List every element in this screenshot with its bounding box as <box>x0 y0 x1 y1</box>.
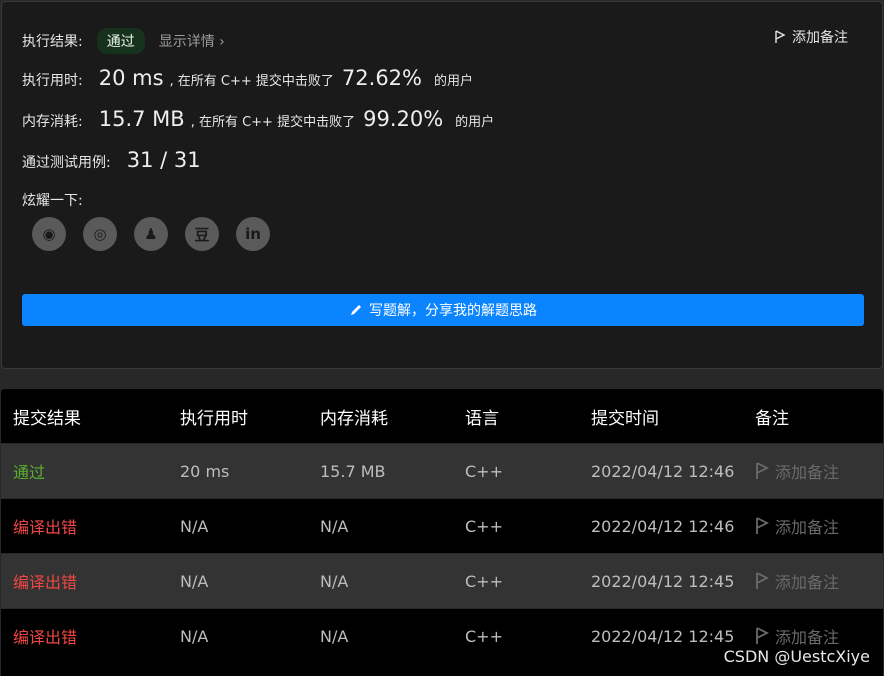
flag-icon <box>756 572 769 589</box>
table-header: 提交结果 执行用时 内存消耗 语言 提交时间 备注 <box>1 389 883 443</box>
share-label: 炫耀一下: <box>22 193 83 209</box>
qq-icon[interactable]: ♟ <box>134 217 168 251</box>
submission-time: 2022/04/12 12:45 <box>591 626 735 646</box>
add-note-label: 添加备注 <box>775 463 840 482</box>
pencil-icon <box>351 305 361 315</box>
memory-value: 15.7 MB <box>98 107 185 131</box>
header-language: 语言 <box>465 408 499 429</box>
runtime-row: 执行用时: 20 ms , 在所有 C++ 提交中击败了 72.62% 的用户 <box>22 66 473 90</box>
result-label: 执行结果: <box>22 34 83 50</box>
submission-runtime: N/A <box>180 516 209 536</box>
testcases-row: 通过测试用例: 31 / 31 <box>22 148 201 172</box>
submission-memory: 15.7 MB <box>320 461 386 481</box>
submission-memory: N/A <box>320 516 349 536</box>
result-row: 执行结果: 通过 显示详情 › <box>22 28 225 54</box>
header-runtime: 执行用时 <box>180 408 248 429</box>
table-row[interactable]: 编译出错 N/A N/A C++ 2022/04/12 12:45 添加备注 <box>1 553 883 608</box>
submission-language: C++ <box>465 571 503 591</box>
add-note-label: 添加备注 <box>792 30 848 46</box>
submission-runtime: 20 ms <box>180 461 230 481</box>
header-status: 提交结果 <box>13 408 81 429</box>
submission-language: C++ <box>465 626 503 646</box>
write-solution-button[interactable]: 写题解，分享我的解题思路 <box>22 294 864 326</box>
runtime-text: , 在所有 C++ 提交中击败了 <box>169 74 334 89</box>
add-note-label: 添加备注 <box>775 518 840 537</box>
douban-icon[interactable]: 豆 <box>185 217 219 251</box>
weibo-icon[interactable]: ◎ <box>83 217 117 251</box>
submission-runtime: N/A <box>180 571 209 591</box>
runtime-value: 20 ms <box>98 66 164 90</box>
submission-time: 2022/04/12 12:46 <box>591 516 735 536</box>
flag-icon <box>756 517 769 534</box>
add-note-button[interactable]: 添加备注 <box>755 459 839 483</box>
header-memory: 内存消耗 <box>320 408 388 429</box>
header-note: 备注 <box>755 408 789 429</box>
testcases-label: 通过测试用例: <box>22 155 111 171</box>
submission-memory: N/A <box>320 626 349 646</box>
watermark-text: CSDN @UestcXiye <box>723 647 870 666</box>
submissions-table: 提交结果 执行用时 内存消耗 语言 提交时间 备注 通过 20 ms 15.7 … <box>1 389 883 676</box>
add-note-button[interactable]: 添加备注 <box>774 27 848 47</box>
add-note-button[interactable]: 添加备注 <box>755 569 839 593</box>
write-solution-label: 写题解，分享我的解题思路 <box>369 303 537 319</box>
header-submit-time: 提交时间 <box>591 408 659 429</box>
memory-label: 内存消耗: <box>22 114 83 130</box>
submission-result-panel: 执行结果: 通过 显示详情 › 添加备注 执行用时: 20 ms , 在所有 C… <box>1 1 883 369</box>
flag-icon <box>756 462 769 479</box>
submission-runtime: N/A <box>180 626 209 646</box>
add-note-button[interactable]: 添加备注 <box>755 624 839 648</box>
share-buttons: ◉ ◎ ♟ 豆 in <box>32 217 270 251</box>
memory-text: , 在所有 C++ 提交中击败了 <box>190 115 356 130</box>
submission-status[interactable]: 编译出错 <box>13 514 77 538</box>
show-details-link[interactable]: 显示详情 › <box>159 31 225 51</box>
submission-status[interactable]: 通过 <box>13 459 45 483</box>
flag-icon <box>756 627 769 644</box>
runtime-suffix: 的用户 <box>434 74 474 89</box>
memory-percentile: 99.20% <box>363 107 444 131</box>
status-badge: 通过 <box>96 28 145 54</box>
table-row[interactable]: 通过 20 ms 15.7 MB C++ 2022/04/12 12:46 添加… <box>1 443 883 498</box>
submission-time: 2022/04/12 12:45 <box>591 571 735 591</box>
runtime-label: 执行用时: <box>22 73 83 89</box>
submission-language: C++ <box>465 516 503 536</box>
submission-memory: N/A <box>320 571 349 591</box>
testcases-value: 31 / 31 <box>126 148 201 172</box>
add-note-label: 添加备注 <box>775 573 840 592</box>
linkedin-icon[interactable]: in <box>236 217 270 251</box>
submission-status[interactable]: 编译出错 <box>13 624 77 648</box>
flag-icon <box>775 30 786 43</box>
add-note-button[interactable]: 添加备注 <box>755 514 839 538</box>
submission-language: C++ <box>465 461 503 481</box>
memory-suffix: 的用户 <box>455 115 495 130</box>
runtime-percentile: 72.62% <box>341 66 422 90</box>
memory-row: 内存消耗: 15.7 MB , 在所有 C++ 提交中击败了 99.20% 的用… <box>22 107 494 131</box>
submission-status[interactable]: 编译出错 <box>13 569 77 593</box>
add-note-label: 添加备注 <box>775 628 840 647</box>
wechat-icon[interactable]: ◉ <box>32 217 66 251</box>
submission-time: 2022/04/12 12:46 <box>591 461 735 481</box>
share-row-label: 炫耀一下: <box>22 190 83 210</box>
table-row[interactable]: 编译出错 N/A N/A C++ 2022/04/12 12:46 添加备注 <box>1 498 883 553</box>
